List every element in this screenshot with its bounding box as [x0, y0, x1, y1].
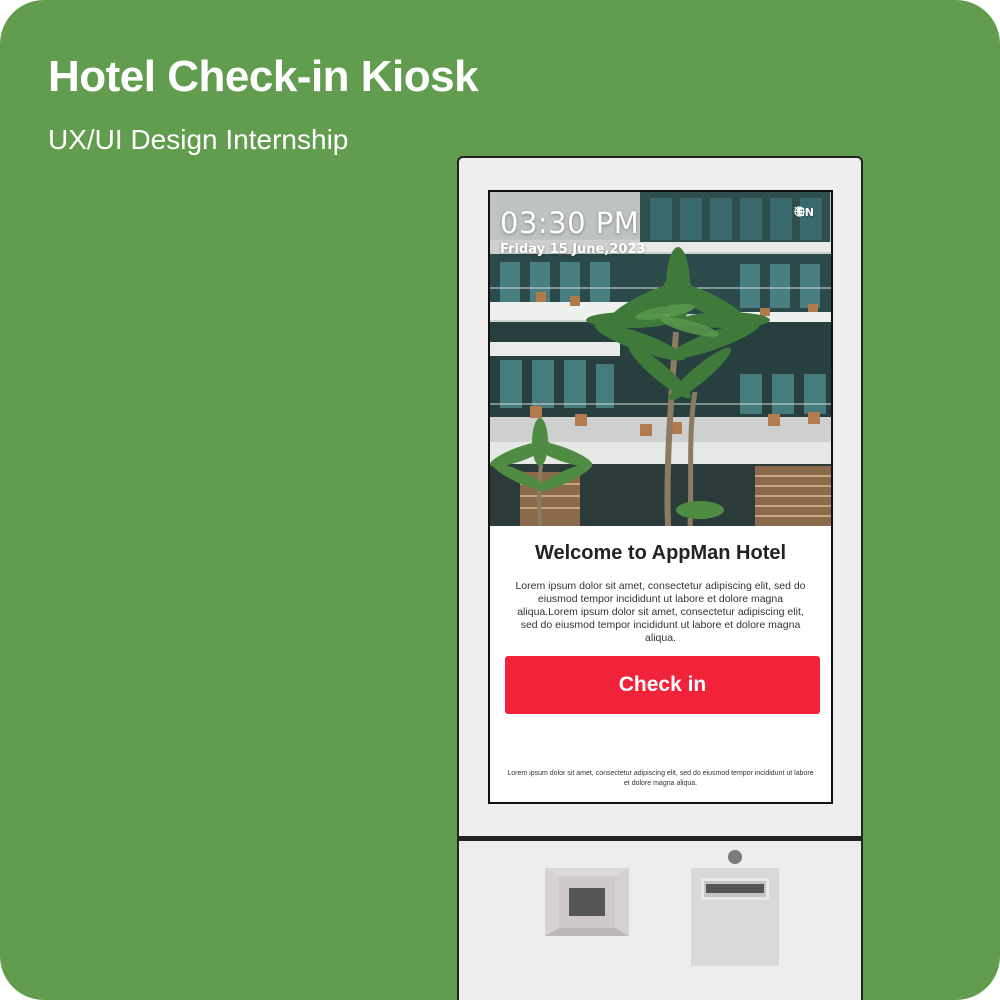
camera-lens: [728, 850, 742, 864]
hero-image: 03:30 PM Friday 15 June,2023 EN: [490, 192, 831, 526]
welcome-heading: Welcome to AppMan Hotel: [534, 542, 787, 564]
receipt-printer: [691, 868, 779, 966]
printer-slot: [706, 884, 764, 893]
page-subtitle: UX/UI Design Internship: [48, 124, 349, 155]
slide-background: Hotel Check-in Kiosk UX/UI Design Intern…: [0, 0, 1000, 1000]
clock-time: 03:30 PM: [500, 206, 640, 240]
card-slot: [569, 888, 605, 916]
welcome-description: Lorem ipsum dolor sit amet, consectetur …: [515, 580, 806, 644]
kiosk-screen: 03:30 PM Friday 15 June,2023 EN Welcome …: [488, 190, 833, 804]
footer-disclaimer: Lorem ipsum dolor sit amet, consectetur …: [507, 770, 814, 787]
clock-date: Friday 15 June,2023: [500, 242, 646, 257]
language-selector[interactable]: EN: [794, 206, 817, 219]
card-reader[interactable]: [545, 868, 629, 936]
kiosk-lower-body: [457, 838, 863, 1000]
page-title: Hotel Check-in Kiosk: [48, 52, 479, 101]
check-in-button[interactable]: Check in: [505, 656, 820, 714]
